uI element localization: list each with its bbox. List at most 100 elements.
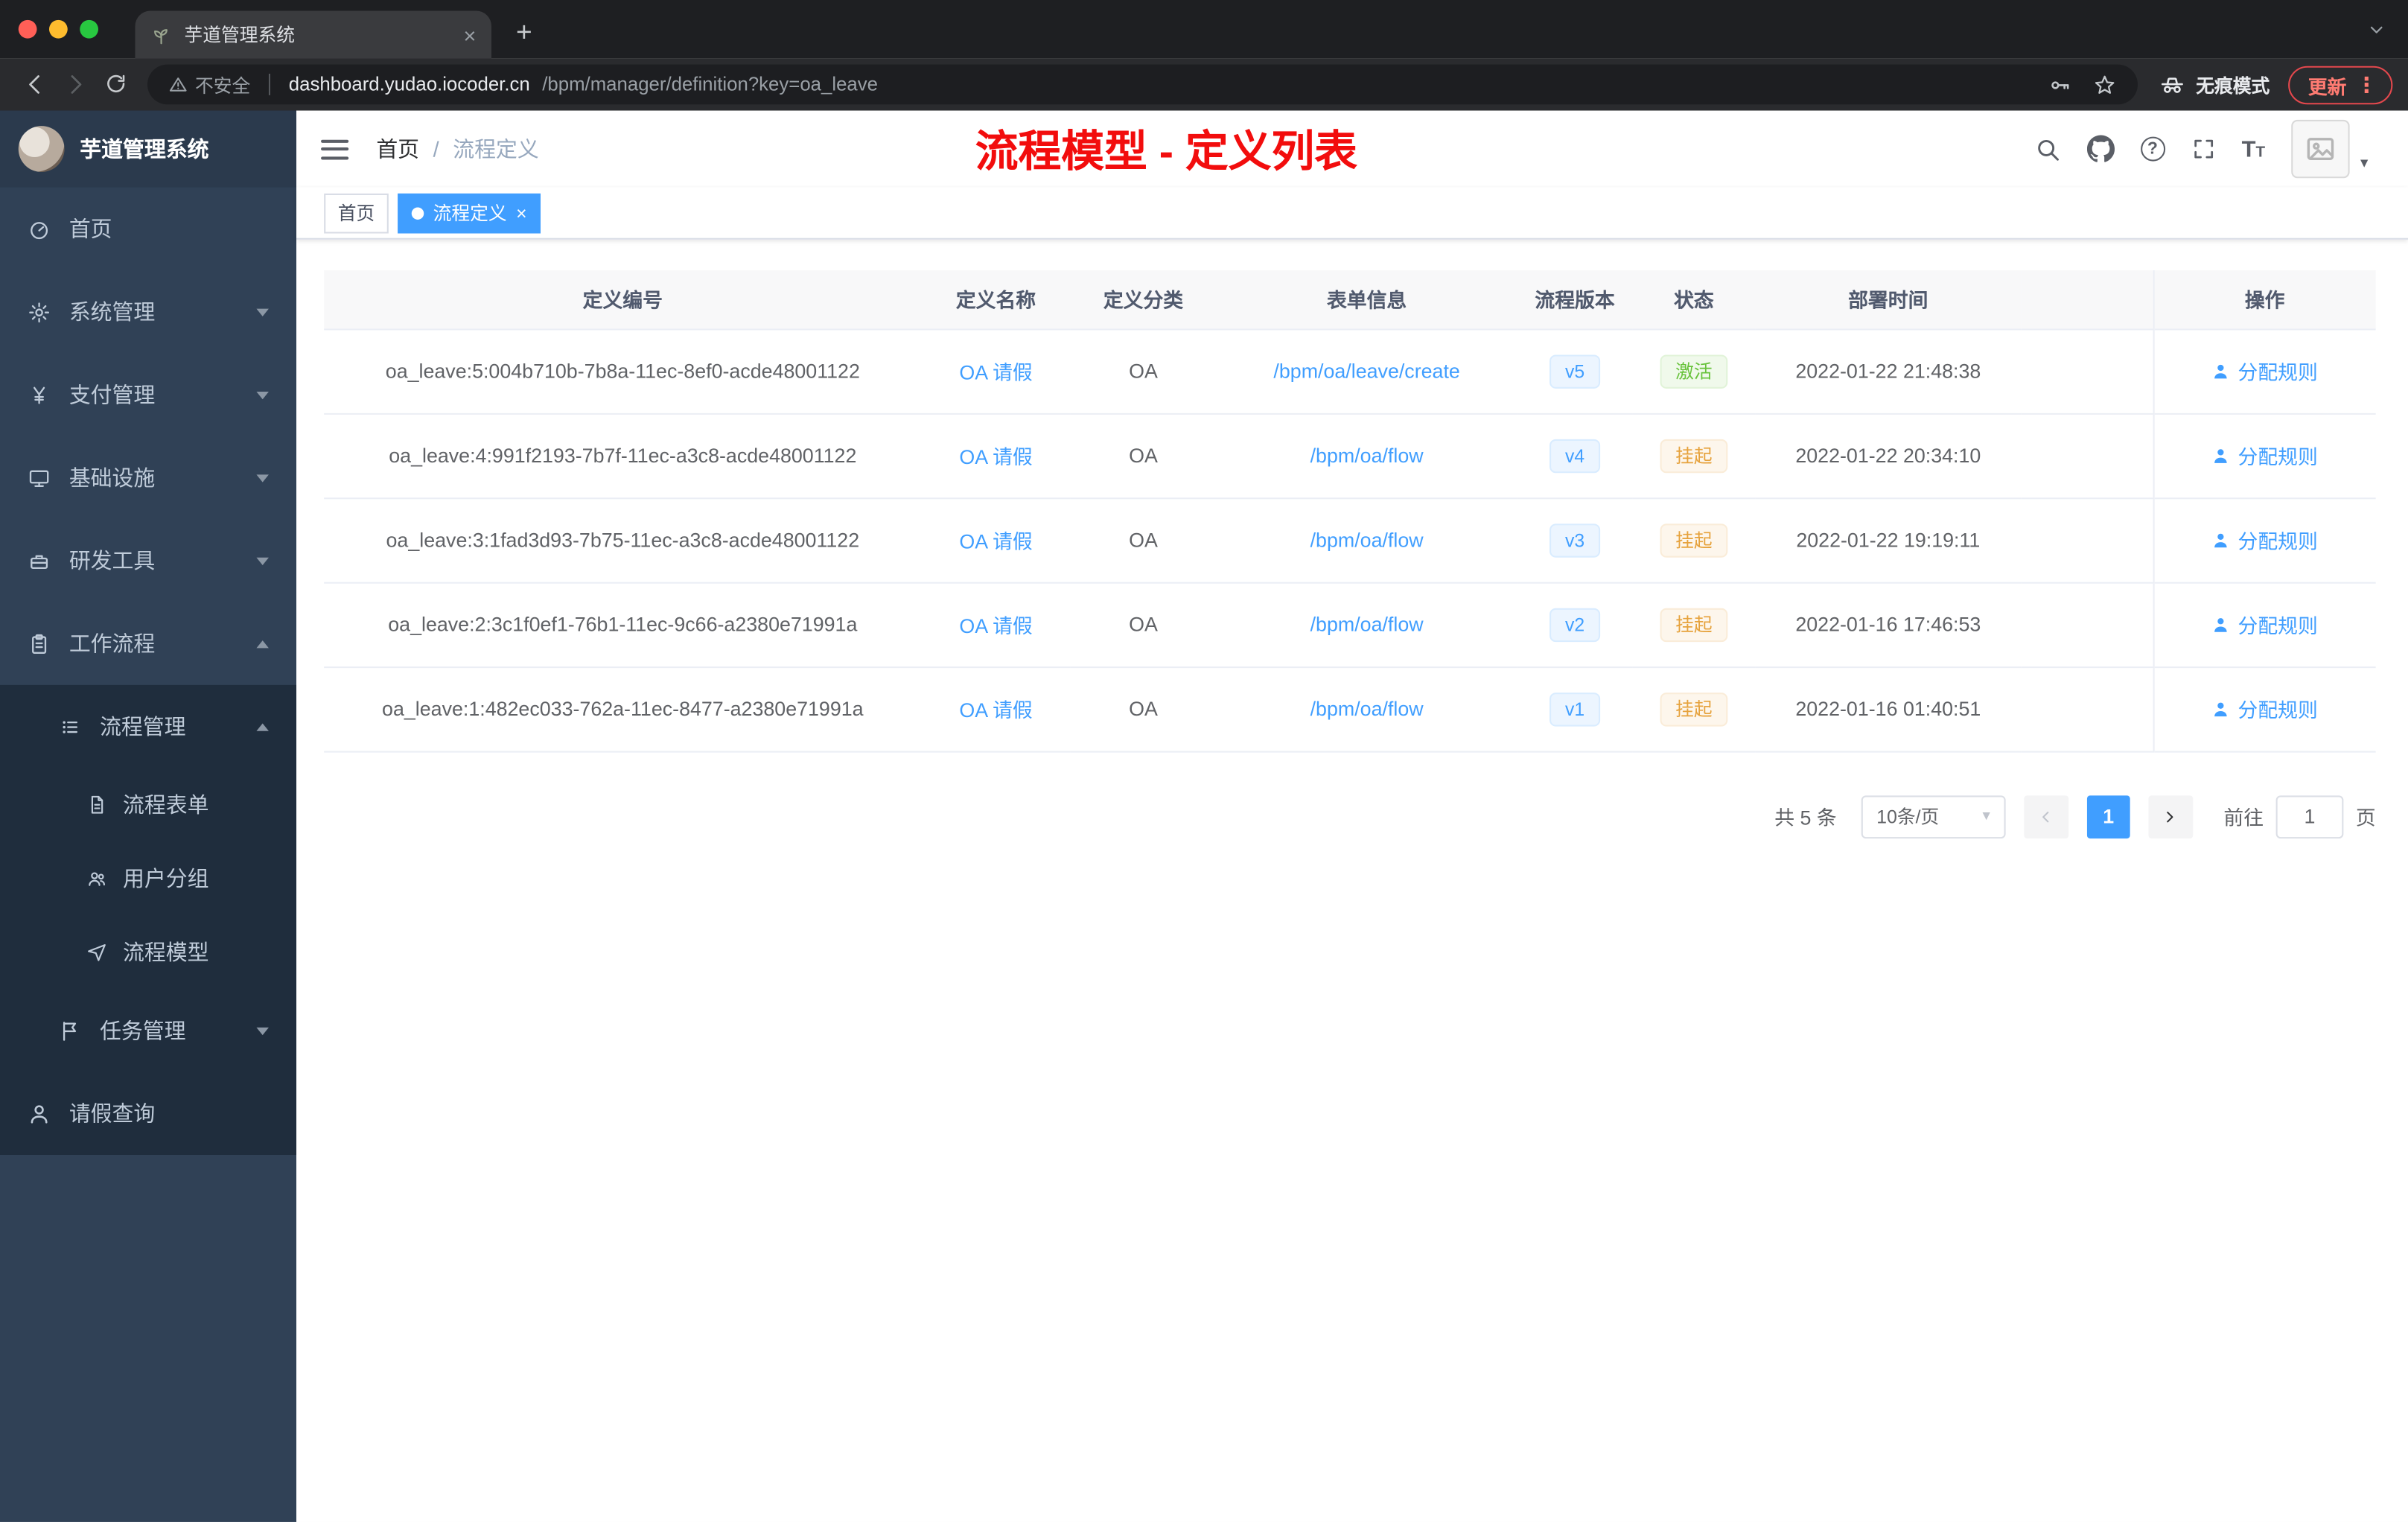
form-link[interactable]: /bpm/oa/flow [1310,697,1424,720]
new-tab-button[interactable]: + [516,17,532,49]
page-content: 定义编号 定义名称 定义分类 表单信息 流程版本 状态 部署时间 操作 oa_l… [296,240,2408,1522]
browser-update-menu-button[interactable]: 更新 ⋮ [2288,65,2393,104]
kebab-menu-icon: ⋮ [2355,71,2377,96]
assign-rule-button[interactable]: 分配规则 [2211,694,2318,723]
sidebar-item-system[interactable]: 系统管理 [0,270,296,353]
tab-title: 芋道管理系统 [184,25,296,46]
sidebar-logo[interactable]: 芋道管理系统 [0,110,297,188]
sidebar-item-user-group[interactable]: 用户分组 [0,841,296,915]
definition-name-link[interactable]: OA 请假 [959,530,1032,553]
url-path: /bpm/manager/definition?key=oa_leave [542,74,879,95]
next-page-button[interactable] [2148,795,2194,838]
definition-name-link[interactable]: OA 请假 [959,361,1032,384]
definition-name-link[interactable]: OA 请假 [959,614,1032,637]
reload-button[interactable] [95,71,136,98]
assign-rule-button[interactable]: 分配规则 [2211,441,2318,470]
hamburger-icon[interactable] [321,138,349,159]
tag-close-icon[interactable]: × [516,203,526,222]
zoom-window-button[interactable] [80,19,98,39]
back-button[interactable] [16,71,56,98]
breadcrumb-home[interactable]: 首页 [376,133,419,164]
tab-close-icon[interactable]: × [463,24,476,45]
definition-name-link[interactable]: OA 请假 [959,445,1032,468]
version-badge: v2 [1549,607,1600,642]
assign-rule-button[interactable]: 分配规则 [2211,610,2318,639]
logo-title: 芋道管理系统 [80,136,209,162]
person-icon [2211,362,2230,380]
cell-category: OA [1070,497,1217,583]
cell-id: oa_leave:5:004b710b-7b8a-11ec-8ef0-acde4… [324,328,922,414]
page-label: 页 [2355,806,2376,830]
sidebar-item-process-mgmt[interactable]: 流程管理 [0,685,296,768]
tab-favicon [150,24,172,45]
bookmark-star-icon[interactable] [2093,73,2116,96]
sidebar: 芋道管理系统 首页 系统管理 支付管理 基础设施 研发工具 工作流程 流程管理 … [0,110,297,1522]
version-badge: v5 [1549,354,1600,388]
chevron-down-icon [256,474,269,482]
sidebar-item-infra[interactable]: 基础设施 [0,436,296,519]
prev-page-button[interactable] [2024,795,2069,838]
browser-tab[interactable]: 芋道管理系统 × [135,10,491,59]
list-icon [58,715,81,738]
cell-time: 2022-01-16 17:46:53 [1755,582,2022,668]
assign-rule-button[interactable]: 分配规则 [2211,525,2318,554]
update-label: 更新 [2307,76,2347,98]
cell-spacer [2021,497,2153,583]
cell-id: oa_leave:3:1fad3d93-7b75-11ec-a3c8-acde4… [324,497,922,583]
avatar-caret-icon[interactable]: ▾ [2360,155,2368,172]
form-link[interactable]: /bpm/oa/flow [1310,613,1424,636]
cell-spacer [2021,582,2153,668]
window-controls [0,0,120,58]
font-size-icon[interactable]: TT [2242,136,2266,162]
password-key-icon[interactable] [2048,73,2071,96]
sidebar-item-process-model[interactable]: 流程模型 [0,915,296,989]
flag-icon [58,1019,81,1042]
address-bar[interactable]: 不安全 dashboard.yudao.iocoder.cn /bpm/mana… [147,64,2138,105]
cell-spacer [2021,413,2153,499]
cell-id: oa_leave:4:991f2193-7b7f-11ec-a3c8-acde4… [324,413,922,499]
pagination-total: 共 5 条 [1774,806,1837,830]
current-page-button[interactable]: 1 [2086,795,2130,838]
yen-icon [28,383,51,407]
sidebar-item-task-mgmt[interactable]: 任务管理 [0,989,296,1072]
incognito-badge: 无痕模式 [2150,71,2285,98]
cell-category: OA [1070,413,1217,499]
search-icon[interactable] [2034,136,2060,162]
tags-view: 首页 流程定义 × [296,188,2408,240]
form-link[interactable]: /bpm/oa/flow [1310,444,1424,467]
avatar[interactable] [2291,119,2350,179]
clipboard-icon [28,632,51,655]
security-status[interactable]: 不安全 [169,71,250,98]
sidebar-item-home[interactable]: 首页 [0,188,296,270]
screen: 芋道管理系统 × + 不安全 dashboard.yudao.iocoder.c… [0,0,2408,1522]
incognito-label: 无痕模式 [2196,74,2270,96]
minimize-window-button[interactable] [49,19,68,39]
cell-category: OA [1070,666,1217,752]
sidebar-item-devtools[interactable]: 研发工具 [0,519,296,602]
close-window-button[interactable] [18,19,37,39]
tag-home[interactable]: 首页 [324,192,389,233]
sidebar-item-workflow[interactable]: 工作流程 [0,602,296,685]
sidebar-item-process-form[interactable]: 流程表单 [0,768,296,841]
tag-definition-active[interactable]: 流程定义 × [398,192,541,233]
form-link[interactable]: /bpm/oa/flow [1310,529,1424,552]
annotation-title: 流程模型 - 定义列表 [975,127,1358,176]
form-link[interactable]: /bpm/oa/leave/create [1273,360,1459,383]
help-icon[interactable]: ? [2140,136,2165,162]
person-icon [2211,446,2230,465]
page-jump-input[interactable] [2275,795,2344,838]
fullscreen-icon[interactable] [2191,137,2216,162]
person-icon [28,1102,51,1125]
table-header-row: 定义编号 定义名称 定义分类 表单信息 流程版本 状态 部署时间 操作 [324,270,2376,330]
definition-name-link[interactable]: OA 请假 [959,698,1032,722]
tab-search-chevron-icon[interactable] [2366,20,2386,40]
person-icon [2211,699,2230,718]
sidebar-item-payment[interactable]: 支付管理 [0,353,296,436]
assign-rule-button[interactable]: 分配规则 [2211,357,2318,386]
forward-button[interactable] [55,71,95,98]
github-icon[interactable] [2086,136,2114,163]
document-icon [86,794,108,815]
page-size-select[interactable]: 10条/页 ▾ [1861,795,2006,838]
sidebar-item-leave-query[interactable]: 请假查询 [0,1072,296,1155]
users-icon [86,867,108,889]
